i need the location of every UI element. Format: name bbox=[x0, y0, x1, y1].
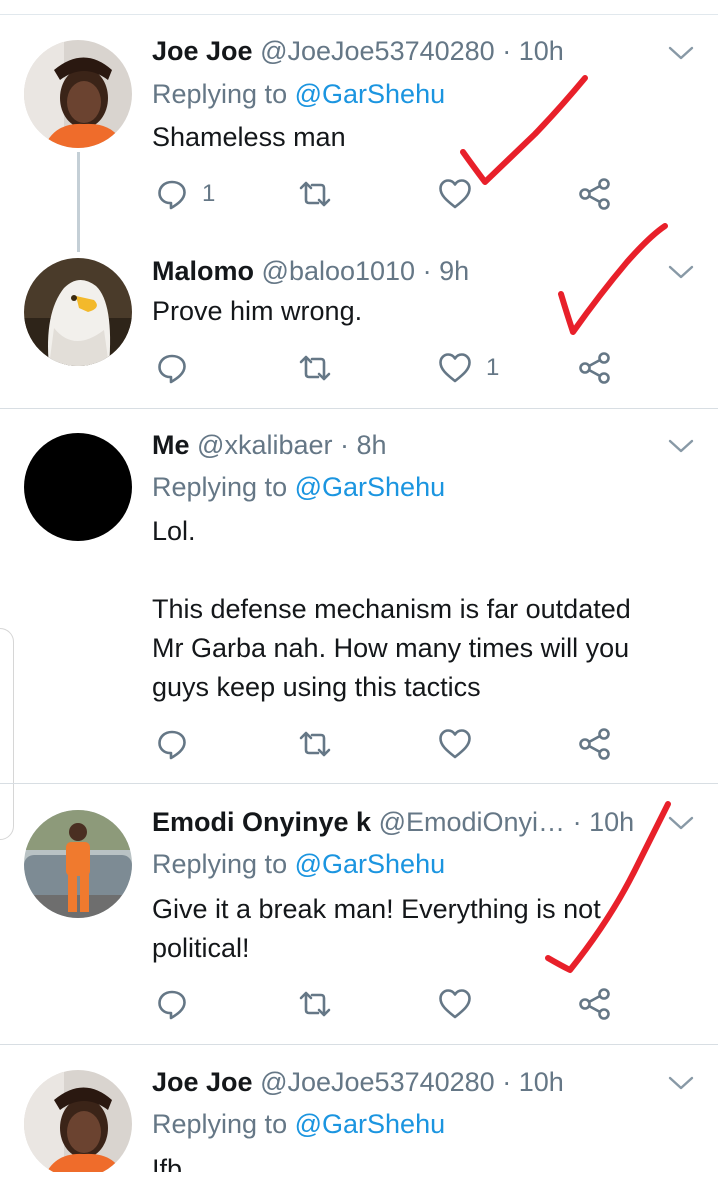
share-button[interactable] bbox=[578, 348, 612, 388]
retweet-button[interactable] bbox=[298, 348, 346, 388]
replying-to-label: Replying to bbox=[152, 1109, 288, 1139]
tweet-text: Shameless man bbox=[152, 122, 346, 152]
like-count: 1 bbox=[486, 354, 500, 381]
chevron-down-icon[interactable] bbox=[668, 815, 694, 831]
reply-button[interactable] bbox=[156, 724, 202, 764]
floating-side-panel[interactable] bbox=[0, 628, 14, 840]
user-handle[interactable]: @xkalibaer bbox=[197, 430, 332, 460]
timestamp[interactable]: 9h bbox=[439, 256, 469, 286]
display-name[interactable]: Malomo bbox=[152, 256, 254, 286]
separator-dot: · bbox=[572, 807, 582, 837]
replying-to: Replying to @GarShehu bbox=[152, 1107, 445, 1141]
mention-link[interactable]: @GarShehu bbox=[295, 79, 446, 109]
retweet-icon bbox=[299, 731, 331, 757]
mention-link[interactable]: @GarShehu bbox=[295, 472, 446, 502]
tweet-header: Emodi Onyinye k @EmodiOnyi… · 10h bbox=[152, 805, 634, 839]
replying-to: Replying to @GarShehu bbox=[152, 847, 445, 881]
tweet-header: Malomo @baloo1010 · 9h bbox=[152, 254, 469, 288]
tweet-text: Prove him wrong. bbox=[152, 296, 363, 326]
share-icon bbox=[579, 178, 610, 210]
share-icon bbox=[579, 988, 610, 1020]
divider bbox=[0, 783, 718, 784]
timestamp[interactable]: 10h bbox=[519, 36, 564, 66]
share-icon bbox=[579, 352, 610, 384]
avatar[interactable] bbox=[24, 433, 132, 541]
display-name[interactable]: Joe Joe bbox=[152, 36, 253, 66]
like-icon bbox=[439, 179, 471, 209]
like-icon bbox=[439, 353, 471, 383]
share-button[interactable] bbox=[578, 984, 612, 1024]
mention-link[interactable]: @GarShehu bbox=[295, 1109, 446, 1139]
top-divider bbox=[0, 14, 718, 15]
timestamp[interactable]: 8h bbox=[357, 430, 387, 460]
replying-to-label: Replying to bbox=[152, 79, 288, 109]
reply-button[interactable] bbox=[156, 348, 202, 388]
retweet-button[interactable] bbox=[298, 724, 346, 764]
replying-to: Replying to @GarShehu bbox=[152, 77, 445, 111]
retweet-button[interactable] bbox=[298, 174, 346, 214]
user-handle[interactable]: @JoeJoe53740280 bbox=[260, 36, 495, 66]
replying-to-label: Replying to bbox=[152, 472, 288, 502]
retweet-icon bbox=[299, 355, 331, 381]
tweet-header: Joe Joe @JoeJoe53740280 · 10h bbox=[152, 34, 564, 68]
tweet-text: Lol. This defense mechanism is far outda… bbox=[152, 516, 631, 702]
reply-icon bbox=[158, 354, 186, 384]
mention-link[interactable]: @GarShehu bbox=[295, 849, 446, 879]
like-button[interactable] bbox=[438, 724, 486, 764]
divider bbox=[0, 408, 718, 409]
tweet-text: Give it a break man! Everything is not p… bbox=[152, 894, 601, 963]
reply-count: 1 bbox=[202, 180, 216, 207]
separator-dot: · bbox=[502, 36, 512, 66]
chevron-down-icon[interactable] bbox=[668, 1075, 694, 1091]
timestamp[interactable]: 10h bbox=[519, 1067, 564, 1097]
replying-to: Replying to @GarShehu bbox=[152, 470, 445, 504]
red-checkmark-annotation bbox=[558, 223, 668, 335]
red-checkmark-annotation bbox=[460, 75, 588, 185]
like-button[interactable] bbox=[438, 174, 486, 214]
timestamp[interactable]: 10h bbox=[589, 807, 634, 837]
like-button[interactable]: 1 bbox=[438, 348, 499, 388]
like-icon bbox=[439, 729, 471, 759]
reply-button[interactable]: 1 bbox=[156, 174, 215, 214]
like-icon bbox=[439, 989, 471, 1019]
display-name[interactable]: Emodi Onyinye k bbox=[152, 807, 371, 837]
user-handle[interactable]: @baloo1010 bbox=[262, 256, 416, 286]
thread-line bbox=[77, 152, 80, 252]
reply-icon bbox=[158, 990, 186, 1020]
user-handle[interactable]: @EmodiOnyi… bbox=[379, 807, 565, 837]
like-button[interactable] bbox=[438, 984, 486, 1024]
retweet-icon bbox=[299, 991, 331, 1017]
tweet-header: Me @xkalibaer · 8h bbox=[152, 428, 387, 462]
avatar[interactable] bbox=[24, 810, 132, 918]
reply-button[interactable] bbox=[156, 984, 202, 1024]
display-name[interactable]: Me bbox=[152, 430, 190, 460]
avatar[interactable] bbox=[24, 258, 132, 366]
tweet-actions bbox=[150, 984, 630, 1024]
avatar[interactable] bbox=[24, 40, 132, 148]
share-button[interactable] bbox=[578, 724, 612, 764]
avatar[interactable] bbox=[24, 1070, 132, 1178]
chevron-down-icon[interactable] bbox=[668, 438, 694, 454]
tweet-header: Joe Joe @JoeJoe53740280 · 10h bbox=[152, 1065, 564, 1099]
retweet-icon bbox=[299, 181, 331, 207]
chevron-down-icon[interactable] bbox=[668, 45, 694, 61]
separator-dot: · bbox=[340, 430, 350, 460]
tweet-actions: 1 bbox=[150, 174, 630, 214]
replying-to-label: Replying to bbox=[152, 849, 288, 879]
reply-icon bbox=[158, 730, 186, 760]
chevron-down-icon[interactable] bbox=[668, 264, 694, 280]
reply-icon bbox=[158, 180, 186, 210]
share-button[interactable] bbox=[578, 174, 612, 214]
viewport-bottom-edge bbox=[0, 1172, 718, 1195]
divider bbox=[0, 1044, 718, 1045]
display-name[interactable]: Joe Joe bbox=[152, 1067, 253, 1097]
user-handle[interactable]: @JoeJoe53740280 bbox=[260, 1067, 495, 1097]
share-icon bbox=[579, 728, 610, 760]
separator-dot: · bbox=[502, 1067, 512, 1097]
tweet-actions bbox=[150, 724, 630, 764]
separator-dot: · bbox=[422, 256, 432, 286]
retweet-button[interactable] bbox=[298, 984, 346, 1024]
tweet-actions: 1 bbox=[150, 348, 630, 388]
